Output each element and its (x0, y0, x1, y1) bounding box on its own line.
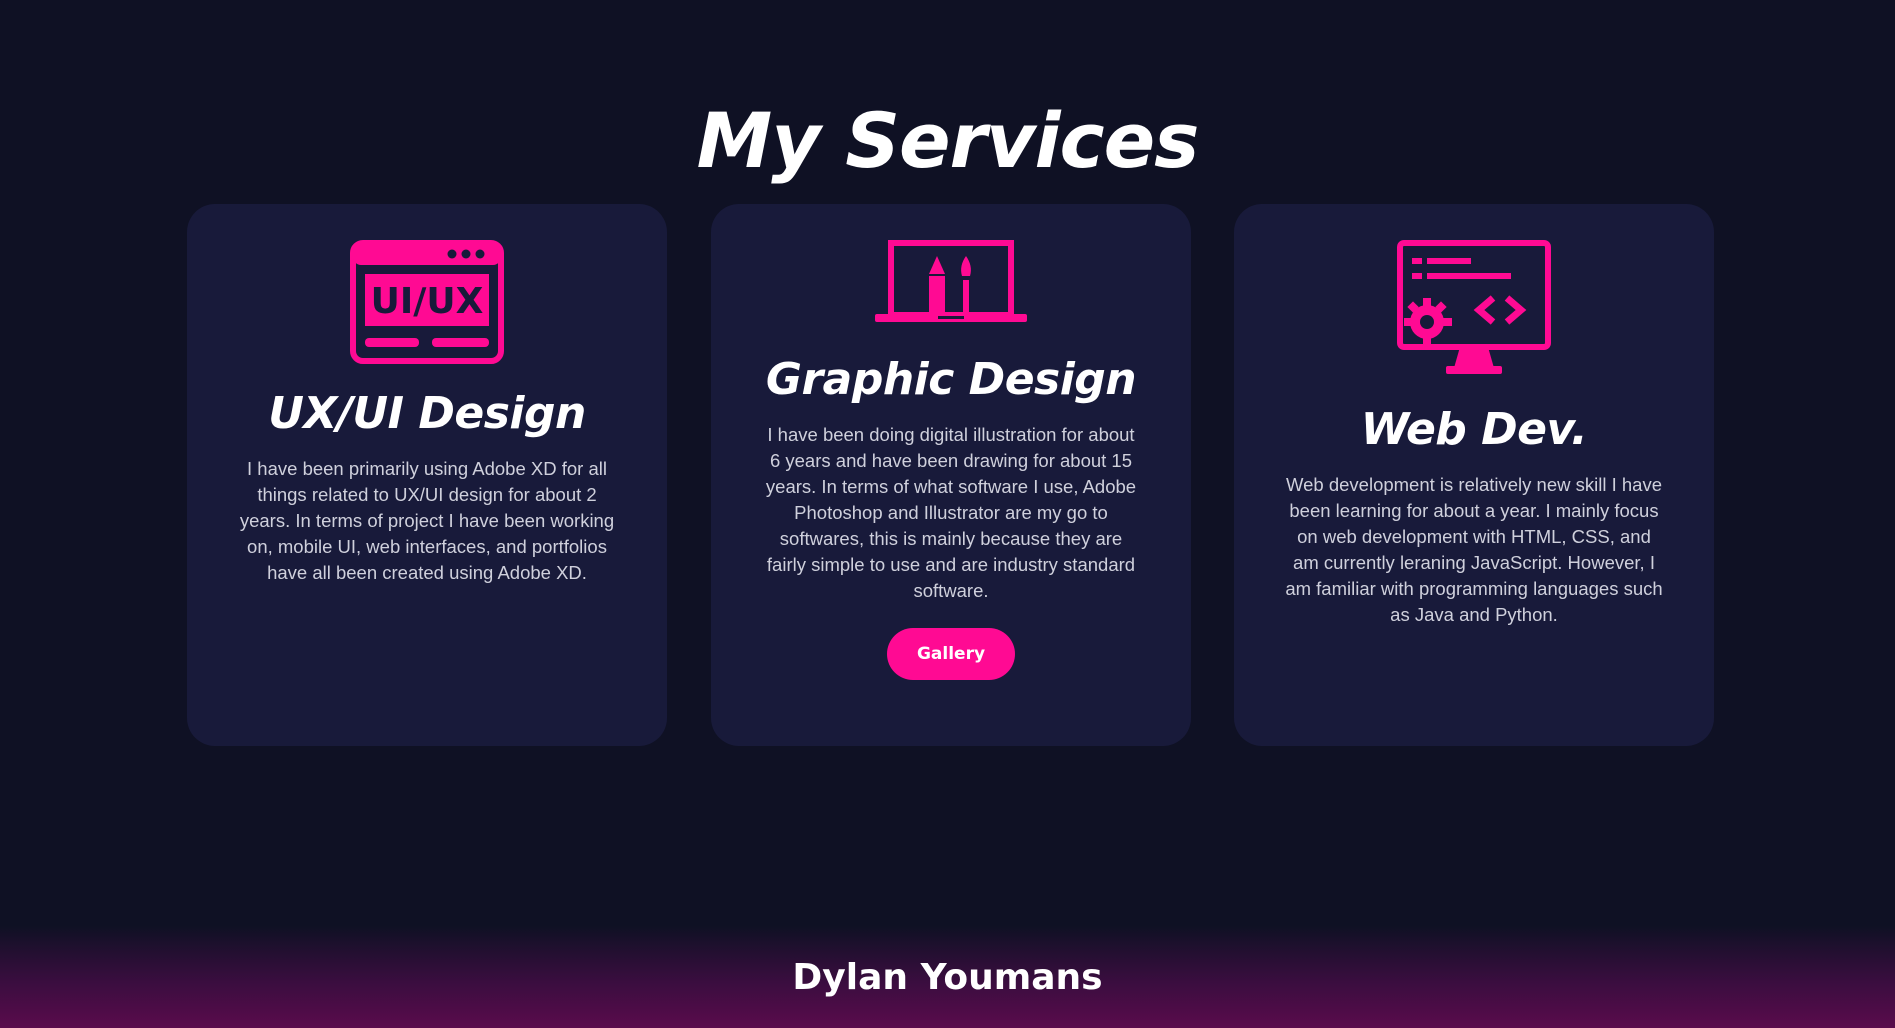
service-description: Web development is relatively new skill … (1285, 474, 1663, 625)
ui-ux-browser-icon: UI/UX (350, 240, 504, 364)
service-title: Web Dev. (1360, 404, 1588, 455)
ui-ux-icon-text: UI/UX (371, 281, 484, 322)
footer: Dylan Youmans (0, 926, 1895, 1028)
service-card-ux-ui: UI/UX UX/UI Design I have been primarily… (187, 204, 667, 746)
service-card-graphic-design: Graphic Design I have been doing digital… (711, 204, 1191, 746)
service-description: I have been doing digital illustration f… (765, 424, 1137, 601)
services-page: My Services UI/UX UX/UI Design I have be… (0, 0, 1895, 1028)
service-title: Graphic Design (765, 354, 1137, 405)
monitor-code-gear-icon (1397, 240, 1551, 374)
footer-name: Dylan Youmans (792, 957, 1103, 998)
service-description: I have been primarily using Adobe XD for… (239, 458, 615, 583)
laptop-pen-brush-icon (875, 240, 1027, 322)
service-card-web-dev: Web Dev. Web development is relatively n… (1234, 204, 1714, 746)
page-title: My Services (696, 95, 1200, 185)
service-title: UX/UI Design (268, 388, 586, 439)
gallery-button[interactable]: Gallery (887, 628, 1015, 680)
